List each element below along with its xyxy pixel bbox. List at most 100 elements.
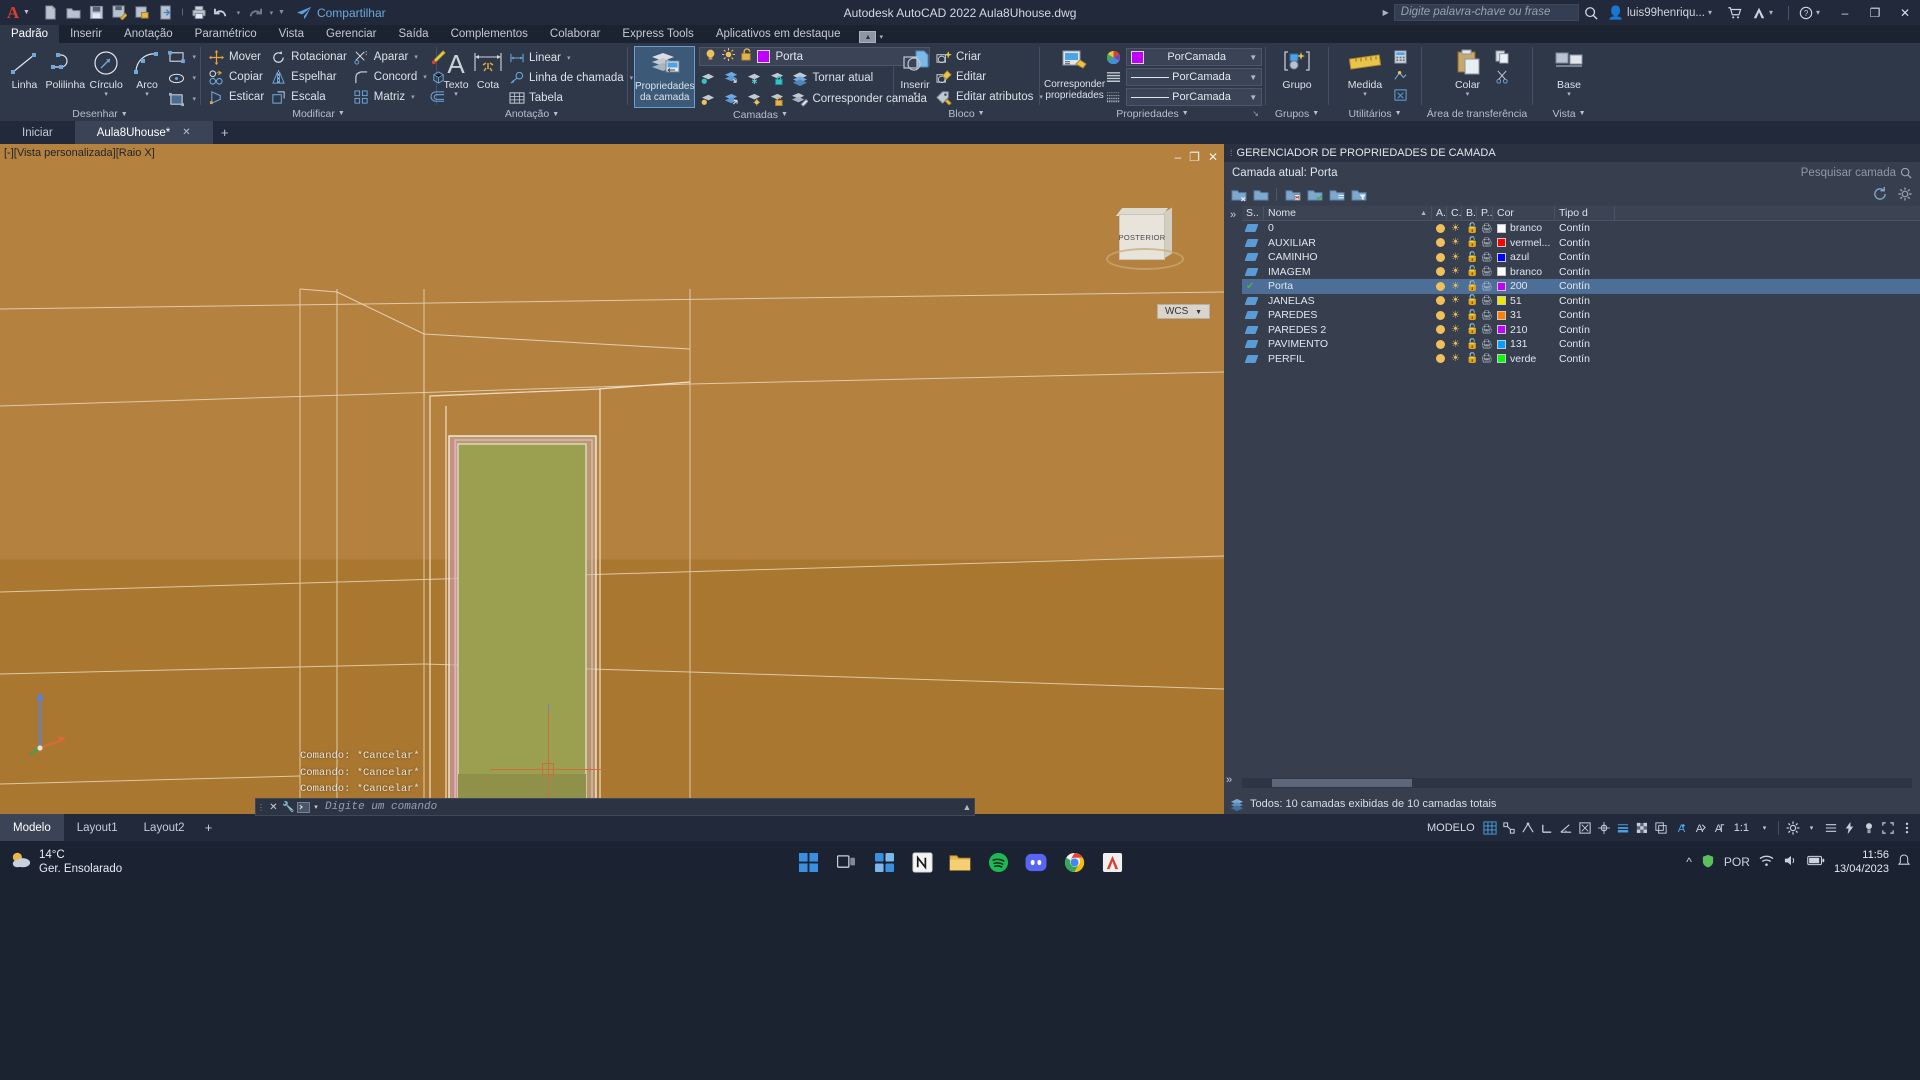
search-submit-button[interactable] <box>1579 0 1603 25</box>
object-linetype-caret-icon[interactable]: ▼ <box>1249 73 1257 82</box>
delete-layer-icon[interactable] <box>1284 186 1301 203</box>
layer-plot-icon[interactable]: 🖨 <box>1477 265 1493 280</box>
panel-modificar-caret-icon[interactable]: ▼ <box>338 110 345 117</box>
file-explorer-icon[interactable] <box>945 847 975 877</box>
command-input[interactable]: Digite um comando <box>321 801 960 813</box>
open-file-icon[interactable] <box>63 2 85 24</box>
tray-expand-icon[interactable]: ^ <box>1686 855 1692 869</box>
minimize-window-button[interactable]: – <box>1830 0 1860 25</box>
isolate-objects-icon[interactable] <box>1859 814 1878 841</box>
layer-color-cell[interactable]: branco <box>1493 221 1555 236</box>
concordancia-caret-icon[interactable]: ▾ <box>423 73 427 81</box>
layer-lock-icon[interactable]: 🔓 <box>1462 279 1477 294</box>
layer-states-icon[interactable] <box>1328 186 1345 203</box>
save-icon[interactable] <box>86 2 108 24</box>
layer-lock-icon[interactable]: 🔓 <box>1462 236 1477 251</box>
viewport-minimize-icon[interactable]: – <box>1174 150 1181 164</box>
col-cor[interactable]: Cor <box>1493 206 1555 221</box>
layer-status-icon[interactable] <box>1242 221 1264 236</box>
table-row[interactable]: PAVIMENTO ☀ 🔓 🖨 131 Contín <box>1242 337 1920 352</box>
help-button[interactable]: ? ▾ <box>1794 0 1830 25</box>
tool-elipse[interactable]: ▾ <box>168 70 196 86</box>
layout-tab-layout2[interactable]: Layout2 <box>131 814 198 841</box>
panel-bloco-caret-icon[interactable]: ▼ <box>978 110 985 117</box>
snap-mode-icon[interactable] <box>1500 814 1519 841</box>
table-row[interactable]: ✔ Porta ☀ 🔓 🖨 200 Contín <box>1242 279 1920 294</box>
panel-vista-caret-icon[interactable]: ▼ <box>1579 110 1586 117</box>
ribbon-state-icon[interactable]: ▲ <box>859 31 877 43</box>
layer-freeze-sun-icon[interactable]: ☀ <box>1447 308 1462 323</box>
navcube-compass-ring[interactable] <box>1106 248 1184 270</box>
tool-base[interactable]: Base ▾ <box>1540 46 1598 98</box>
tool-tabela[interactable]: Tabela <box>505 89 636 107</box>
close-window-button[interactable]: ✕ <box>1890 0 1920 25</box>
layer-plot-icon[interactable]: 🖨 <box>1477 323 1493 338</box>
tool-editar-atributos[interactable]: Editar atributos ▾ <box>932 88 1046 106</box>
layer-thaw-layer-icon[interactable] <box>745 91 762 107</box>
layer-color-cell[interactable]: verde <box>1493 352 1555 367</box>
autodesk-store-button[interactable] <box>1722 0 1747 25</box>
table-row[interactable]: JANELAS ☀ 🔓 🖨 51 Contín <box>1242 294 1920 309</box>
layer-on-bulb-icon[interactable] <box>1432 250 1447 265</box>
status-menu-icon[interactable] <box>1897 814 1916 841</box>
task-view-button[interactable] <box>831 847 861 877</box>
lineweight-icon[interactable] <box>1105 89 1122 105</box>
layer-status-icon[interactable] <box>1242 236 1264 251</box>
linear-caret-icon[interactable]: ▾ <box>567 54 571 62</box>
quick-calc-icon[interactable] <box>1392 49 1409 65</box>
language-indicator[interactable]: POR <box>1724 855 1750 869</box>
tab-vista[interactable]: Vista <box>268 25 315 43</box>
layer-thaw-sun-icon[interactable] <box>722 47 736 66</box>
tab-inserir[interactable]: Inserir <box>59 25 113 43</box>
tool-texto[interactable]: A Texto ▾ <box>441 46 471 98</box>
user-caret-icon[interactable]: ▾ <box>1708 8 1712 17</box>
table-row[interactable]: AUXILIAR ☀ 🔓 🖨 vermel... Contín <box>1242 236 1920 251</box>
selection-cycling-icon[interactable] <box>1652 814 1671 841</box>
circulo-caret-icon[interactable]: ▾ <box>104 91 108 98</box>
layer-off-icon[interactable] <box>699 91 716 107</box>
notification-center-icon[interactable] <box>1897 854 1911 870</box>
layout-tab-layout1[interactable]: Layout1 <box>64 814 131 841</box>
layer-grid[interactable]: S.. Nome ▲ A. C. B.. P.. Cor Tipo d 0☀🔓🖨… <box>1242 206 1920 774</box>
layer-color-cell[interactable]: 210 <box>1493 323 1555 338</box>
viewport-label[interactable]: [-][Vista personalizada][Raio X] <box>4 147 155 159</box>
plot-preview-icon[interactable] <box>132 2 154 24</box>
apps-caret-icon[interactable]: ▾ <box>1769 8 1773 17</box>
tab-anotacao[interactable]: Anotação <box>113 25 184 43</box>
layer-search-icon[interactable] <box>1900 167 1912 179</box>
layer-status-icon[interactable] <box>1242 250 1264 265</box>
object-lineweight-caret-icon[interactable]: ▼ <box>1249 93 1257 102</box>
layer-lock-icon[interactable]: 🔓 <box>1462 352 1477 367</box>
fullscreen-icon[interactable] <box>1878 814 1897 841</box>
table-row[interactable]: PAREDES ☀ 🔓 🖨 31 Contín <box>1242 308 1920 323</box>
tool-medida[interactable]: Medida ▾ <box>1341 46 1389 98</box>
layer-lock-icon[interactable]: 🔓 <box>1462 294 1477 309</box>
tool-retangulo[interactable]: ▾ <box>167 49 197 65</box>
retangulo-caret-icon[interactable]: ▾ <box>193 53 197 61</box>
layer-plot-icon[interactable]: 🖨 <box>1477 236 1493 251</box>
object-snap-tracking-icon[interactable] <box>1595 814 1614 841</box>
user-account-button[interactable]: 👤 luis99henriqu... ▾ <box>1603 0 1722 25</box>
command-line-grip[interactable]: ⋮ <box>256 798 266 816</box>
layer-status-icon[interactable] <box>1242 308 1264 323</box>
tool-circulo[interactable]: Círculo ▾ <box>86 46 127 98</box>
help-caret-icon[interactable]: ▾ <box>1816 8 1820 17</box>
model-space-indicator[interactable]: MODELO <box>1421 822 1481 834</box>
publish-icon[interactable] <box>155 2 177 24</box>
colar-caret-icon[interactable]: ▾ <box>1466 91 1470 98</box>
tool-propriedades-camada[interactable]: Propriedades da camada <box>634 46 696 108</box>
layer-linetype-cell[interactable]: Contín <box>1555 323 1615 338</box>
hardware-acceleration-icon[interactable] <box>1840 814 1859 841</box>
wcs-caret-icon[interactable]: ▼ <box>1195 309 1202 316</box>
layer-name-cell[interactable]: AUXILIAR <box>1264 236 1432 251</box>
undo-icon[interactable] <box>211 2 233 24</box>
table-row[interactable]: 0 ☀ 🔓 🖨 branco Contín <box>1242 221 1920 236</box>
customization-icon[interactable] <box>1821 814 1840 841</box>
tab-aplicativos-destaque[interactable]: Aplicativos em destaque <box>705 25 852 43</box>
layer-status-icon[interactable] <box>1242 323 1264 338</box>
layer-on-bulb-icon[interactable] <box>1432 323 1447 338</box>
layer-plot-icon[interactable]: 🖨 <box>1477 279 1493 294</box>
tool-linha-chamada[interactable]: Linha de chamada ▾ <box>505 69 636 87</box>
widgets-button[interactable] <box>869 847 899 877</box>
grid-icon[interactable] <box>1481 814 1500 841</box>
